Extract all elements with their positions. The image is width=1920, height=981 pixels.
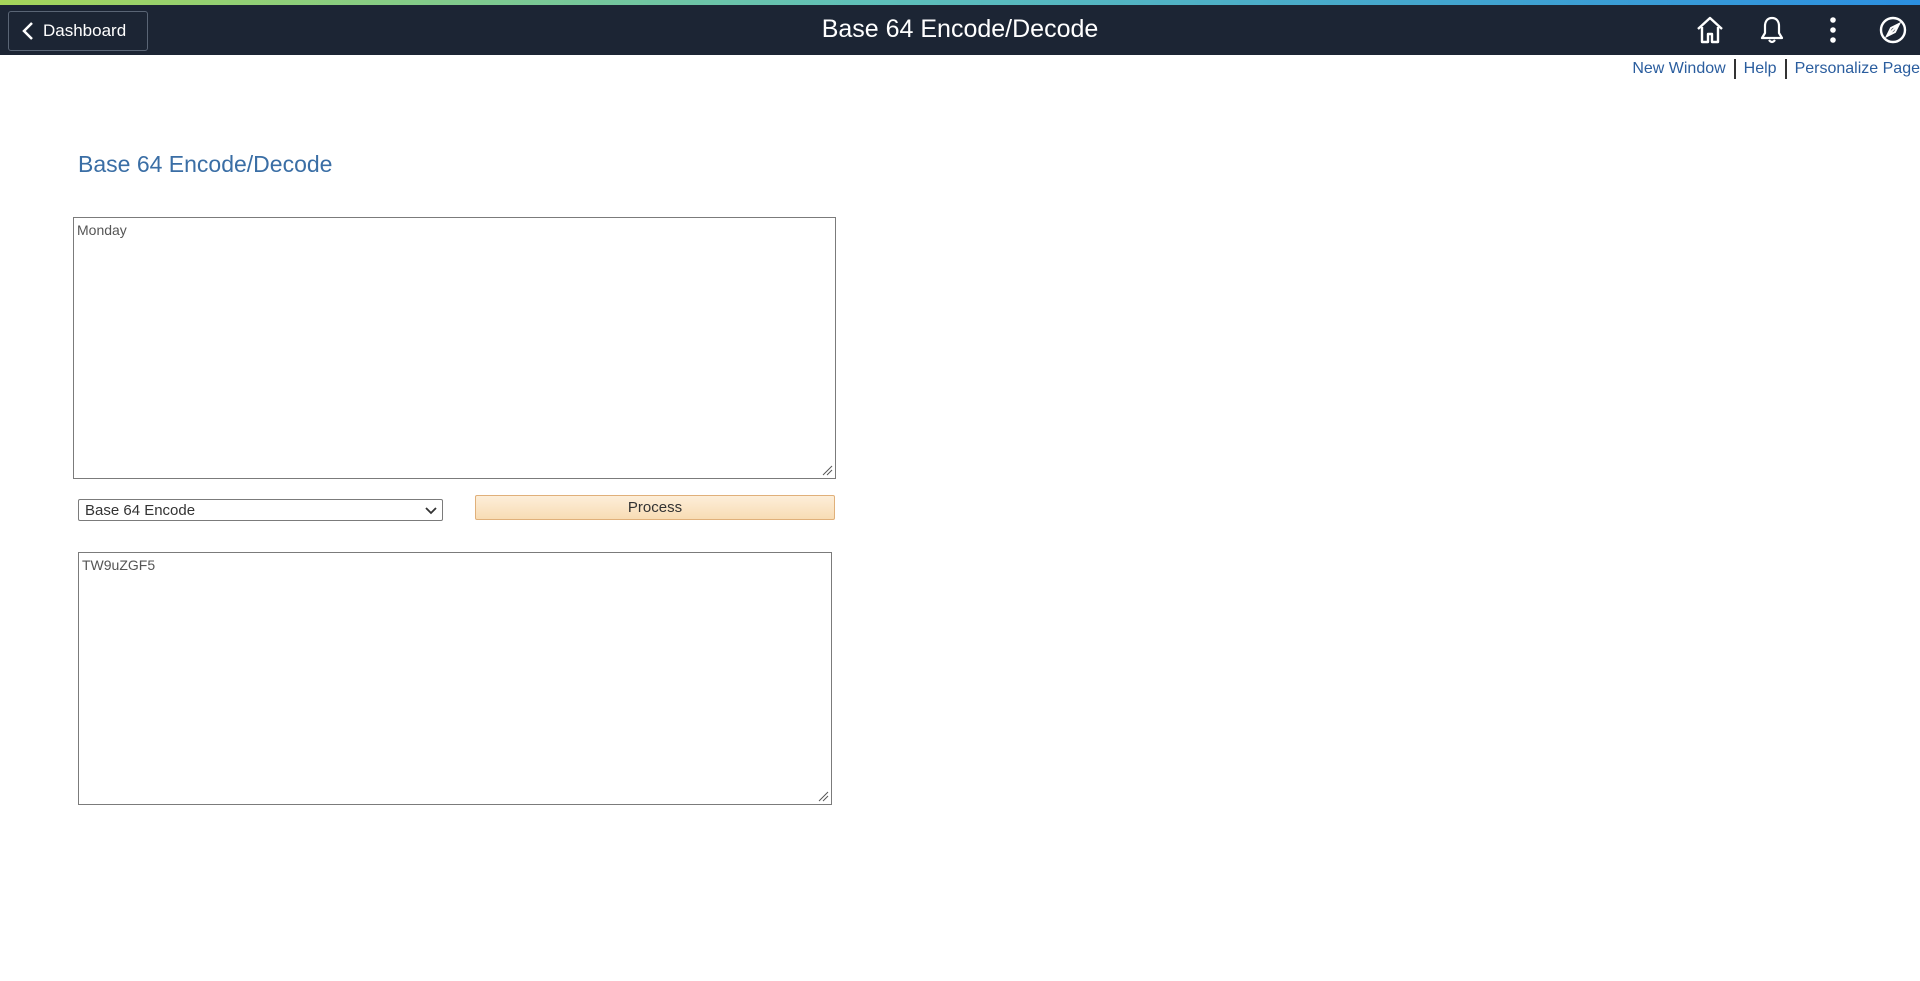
mode-select-value: Base 64 Encode [85,501,196,519]
output-text: TW9uZGF5 [82,557,156,573]
home-icon[interactable] [1692,12,1728,48]
personalize-page-link[interactable]: Personalize Page [1795,60,1920,78]
back-to-dashboard-button[interactable]: Dashboard [8,11,148,51]
input-text: Monday [77,222,127,238]
mode-select[interactable]: Base 64 Encode [78,499,443,521]
chevron-down-icon [425,507,437,515]
page-title: Base 64 Encode/Decode [78,151,333,177]
input-textarea[interactable]: Monday [73,217,836,479]
resize-handle-icon[interactable] [822,465,833,476]
banner-title: Base 64 Encode/Decode [821,15,1099,43]
kebab-menu-icon[interactable] [1815,12,1851,48]
utility-links: New Window Help Personalize Page [1632,58,1920,80]
bell-icon[interactable] [1754,12,1790,48]
link-separator [1784,59,1787,79]
process-button[interactable]: Process [475,495,835,520]
output-textarea[interactable]: TW9uZGF5 [78,552,832,805]
help-link[interactable]: Help [1744,60,1777,78]
new-window-link[interactable]: New Window [1632,60,1725,78]
back-button-label: Dashboard [43,21,127,40]
banner: Dashboard Base 64 Encode/Decode [0,5,1920,55]
chevron-left-icon [22,22,33,40]
resize-handle-icon[interactable] [818,791,829,802]
navigator-compass-icon[interactable] [1875,12,1911,48]
link-separator [1733,59,1736,79]
